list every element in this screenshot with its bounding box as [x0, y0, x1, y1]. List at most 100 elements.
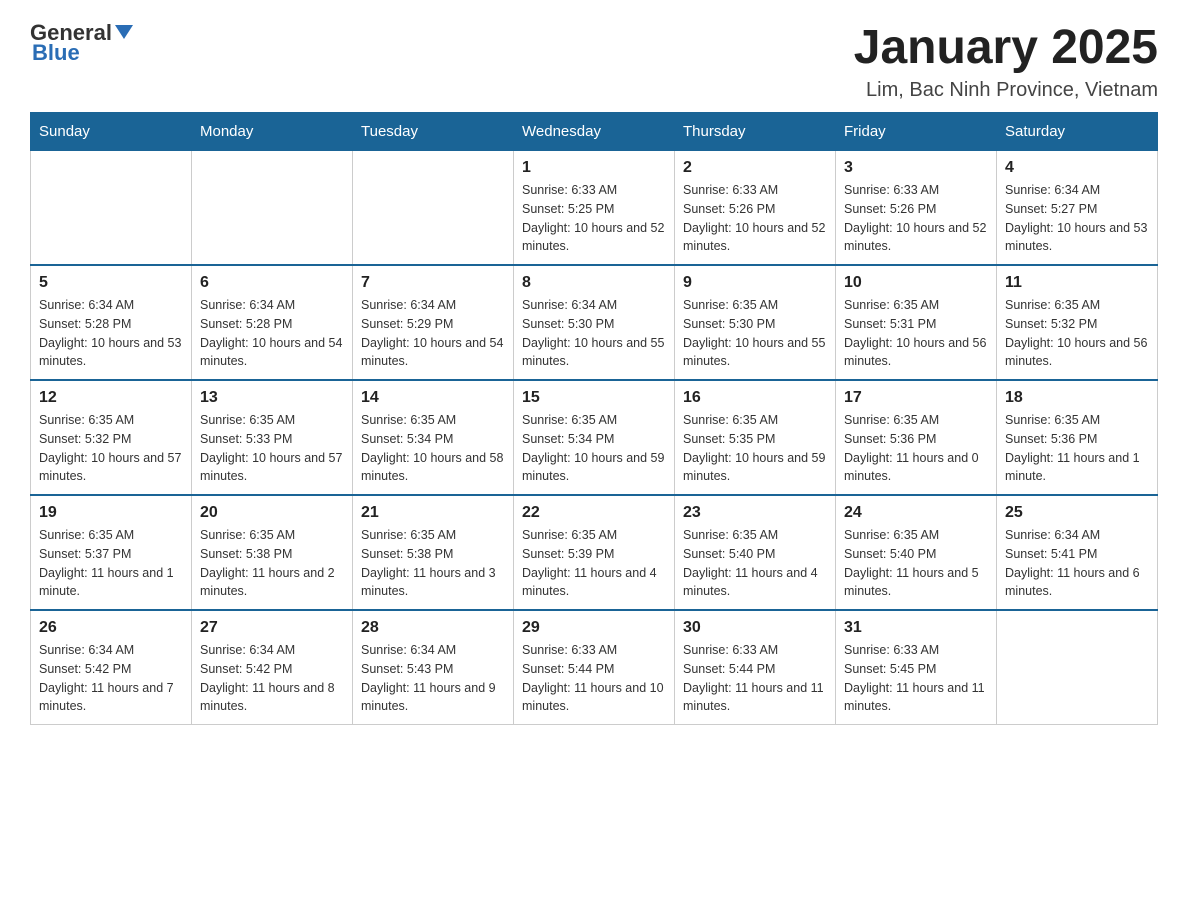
day-number: 20: [200, 504, 344, 522]
day-cell: 2Sunrise: 6:33 AM Sunset: 5:26 PM Daylig…: [675, 151, 836, 266]
day-cell: 1 Sunrise: 6:33 AM Sunset: 5:25 PM Daylig…: [514, 151, 675, 266]
day-cell: 7 Sunrise: 6:34 AM Sunset: 5:29 PM Daylig…: [353, 265, 514, 380]
col-header-friday: Friday: [836, 113, 997, 151]
day-cell: 25 Sunrise: 6:34 AM Sunset: 5:41 PM Dayli…: [997, 495, 1158, 610]
day-info: Sunrise: 6:34 AM Sunset: 5:30 PM Dayligh…: [522, 296, 666, 371]
logo-arrow-icon: [115, 25, 133, 39]
day-number: 2: [683, 159, 827, 177]
day-info: Sunrise: 6:33 AM Sunset: 5:44 PM Dayligh…: [683, 641, 827, 716]
week-row-4: 19 Sunrise: 6:35 AM Sunset: 5:37 PM Dayli…: [31, 495, 1158, 610]
day-info: Sunrise: 6:34 AM Sunset: 5:41 PM Dayligh…: [1005, 526, 1149, 601]
day-cell: [353, 151, 514, 266]
logo-blue-text: Blue: [30, 40, 80, 66]
day-info: Sunrise: 6:35 AM Sunset: 5:36 PM Dayligh…: [1005, 411, 1149, 486]
day-cell: 11 Sunrise: 6:35 AM Sunset: 5:32 PM Dayli…: [997, 265, 1158, 380]
day-number: 8: [522, 274, 666, 292]
day-cell: 8 Sunrise: 6:34 AM Sunset: 5:30 PM Daylig…: [514, 265, 675, 380]
week-row-3: 12Sunrise: 6:35 AM Sunset: 5:32 PM Dayli…: [31, 380, 1158, 495]
day-info: Sunrise: 6:35 AM Sunset: 5:36 PM Dayligh…: [844, 411, 988, 486]
day-number: 1: [522, 159, 666, 177]
week-row-2: 5Sunrise: 6:34 AM Sunset: 5:28 PM Daylig…: [31, 265, 1158, 380]
day-number: 26: [39, 619, 183, 637]
day-number: 23: [683, 504, 827, 522]
day-number: 25: [1005, 504, 1149, 522]
day-info: Sunrise: 6:34 AM Sunset: 5:27 PM Dayligh…: [1005, 181, 1149, 256]
day-info: Sunrise: 6:35 AM Sunset: 5:30 PM Dayligh…: [683, 296, 827, 371]
day-cell: 31 Sunrise: 6:33 AM Sunset: 5:45 PM Dayli…: [836, 610, 997, 725]
day-number: 31: [844, 619, 988, 637]
day-info: Sunrise: 6:33 AM Sunset: 5:45 PM Dayligh…: [844, 641, 988, 716]
day-info: Sunrise: 6:33 AM Sunset: 5:25 PM Dayligh…: [522, 181, 666, 256]
day-info: Sunrise: 6:33 AM Sunset: 5:26 PM Dayligh…: [844, 181, 988, 256]
week-row-5: 26 Sunrise: 6:34 AM Sunset: 5:42 PM Dayli…: [31, 610, 1158, 725]
day-number: 6: [200, 274, 344, 292]
logo: General Blue: [30, 20, 133, 66]
day-cell: 29 Sunrise: 6:33 AM Sunset: 5:44 PM Dayli…: [514, 610, 675, 725]
day-number: 4: [1005, 159, 1149, 177]
day-cell: 4 Sunrise: 6:34 AM Sunset: 5:27 PM Daylig…: [997, 151, 1158, 266]
day-number: 21: [361, 504, 505, 522]
day-info: Sunrise: 6:35 AM Sunset: 5:34 PM Dayligh…: [522, 411, 666, 486]
week-row-1: 1 Sunrise: 6:33 AM Sunset: 5:25 PM Daylig…: [31, 151, 1158, 266]
day-number: 18: [1005, 389, 1149, 407]
calendar-table: SundayMondayTuesdayWednesdayThursdayFrid…: [30, 112, 1158, 725]
location-title: Lim, Bac Ninh Province, Vietnam: [854, 79, 1158, 102]
day-number: 7: [361, 274, 505, 292]
day-cell: 17 Sunrise: 6:35 AM Sunset: 5:36 PM Dayli…: [836, 380, 997, 495]
day-info: Sunrise: 6:34 AM Sunset: 5:43 PM Dayligh…: [361, 641, 505, 716]
day-info: Sunrise: 6:35 AM Sunset: 5:34 PM Dayligh…: [361, 411, 505, 486]
day-info: Sunrise: 6:35 AM Sunset: 5:39 PM Dayligh…: [522, 526, 666, 601]
day-cell: 10Sunrise: 6:35 AM Sunset: 5:31 PM Dayli…: [836, 265, 997, 380]
day-number: 22: [522, 504, 666, 522]
day-cell: [997, 610, 1158, 725]
day-cell: 13Sunrise: 6:35 AM Sunset: 5:33 PM Dayli…: [192, 380, 353, 495]
day-number: 19: [39, 504, 183, 522]
day-info: Sunrise: 6:34 AM Sunset: 5:29 PM Dayligh…: [361, 296, 505, 371]
day-number: 16: [683, 389, 827, 407]
day-info: Sunrise: 6:34 AM Sunset: 5:42 PM Dayligh…: [200, 641, 344, 716]
day-number: 27: [200, 619, 344, 637]
day-number: 10: [844, 274, 988, 292]
day-cell: 26 Sunrise: 6:34 AM Sunset: 5:42 PM Dayli…: [31, 610, 192, 725]
header-row: SundayMondayTuesdayWednesdayThursdayFrid…: [31, 113, 1158, 151]
col-header-thursday: Thursday: [675, 113, 836, 151]
day-cell: 28 Sunrise: 6:34 AM Sunset: 5:43 PM Dayli…: [353, 610, 514, 725]
day-cell: 12Sunrise: 6:35 AM Sunset: 5:32 PM Dayli…: [31, 380, 192, 495]
day-cell: 16Sunrise: 6:35 AM Sunset: 5:35 PM Dayli…: [675, 380, 836, 495]
title-area: January 2025 Lim, Bac Ninh Province, Vie…: [854, 20, 1158, 102]
col-header-sunday: Sunday: [31, 113, 192, 151]
day-number: 3: [844, 159, 988, 177]
day-cell: 9Sunrise: 6:35 AM Sunset: 5:30 PM Daylig…: [675, 265, 836, 380]
day-info: Sunrise: 6:34 AM Sunset: 5:42 PM Dayligh…: [39, 641, 183, 716]
day-cell: 30Sunrise: 6:33 AM Sunset: 5:44 PM Dayli…: [675, 610, 836, 725]
day-cell: 14 Sunrise: 6:35 AM Sunset: 5:34 PM Dayli…: [353, 380, 514, 495]
day-info: Sunrise: 6:35 AM Sunset: 5:38 PM Dayligh…: [361, 526, 505, 601]
day-info: Sunrise: 6:34 AM Sunset: 5:28 PM Dayligh…: [200, 296, 344, 371]
day-number: 29: [522, 619, 666, 637]
day-number: 17: [844, 389, 988, 407]
day-cell: 21 Sunrise: 6:35 AM Sunset: 5:38 PM Dayli…: [353, 495, 514, 610]
day-cell: 19 Sunrise: 6:35 AM Sunset: 5:37 PM Dayli…: [31, 495, 192, 610]
day-info: Sunrise: 6:35 AM Sunset: 5:38 PM Dayligh…: [200, 526, 344, 601]
col-header-monday: Monday: [192, 113, 353, 151]
day-number: 28: [361, 619, 505, 637]
day-number: 24: [844, 504, 988, 522]
day-info: Sunrise: 6:35 AM Sunset: 5:33 PM Dayligh…: [200, 411, 344, 486]
day-cell: 5Sunrise: 6:34 AM Sunset: 5:28 PM Daylig…: [31, 265, 192, 380]
col-header-saturday: Saturday: [997, 113, 1158, 151]
day-cell: [192, 151, 353, 266]
day-number: 12: [39, 389, 183, 407]
day-info: Sunrise: 6:33 AM Sunset: 5:44 PM Dayligh…: [522, 641, 666, 716]
day-info: Sunrise: 6:35 AM Sunset: 5:32 PM Dayligh…: [1005, 296, 1149, 371]
day-info: Sunrise: 6:34 AM Sunset: 5:28 PM Dayligh…: [39, 296, 183, 371]
col-header-tuesday: Tuesday: [353, 113, 514, 151]
col-header-wednesday: Wednesday: [514, 113, 675, 151]
day-cell: 20 Sunrise: 6:35 AM Sunset: 5:38 PM Dayli…: [192, 495, 353, 610]
day-info: Sunrise: 6:35 AM Sunset: 5:40 PM Dayligh…: [683, 526, 827, 601]
day-info: Sunrise: 6:35 AM Sunset: 5:37 PM Dayligh…: [39, 526, 183, 601]
day-cell: 23 Sunrise: 6:35 AM Sunset: 5:40 PM Dayli…: [675, 495, 836, 610]
day-number: 11: [1005, 274, 1149, 292]
day-number: 15: [522, 389, 666, 407]
day-number: 14: [361, 389, 505, 407]
day-cell: 22 Sunrise: 6:35 AM Sunset: 5:39 PM Dayli…: [514, 495, 675, 610]
